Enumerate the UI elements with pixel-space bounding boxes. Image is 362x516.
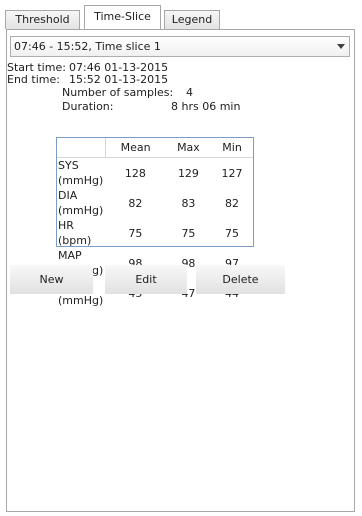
end-time-value: 15:52 01-13-2015 xyxy=(69,73,169,86)
cell-sys-max: 129 xyxy=(177,166,199,180)
new-button[interactable]: New xyxy=(10,265,93,294)
time-slice-panel: 07:46 - 15:52, Time slice 1 Start time: … xyxy=(6,29,355,512)
row-label-dia: DIA (mmHg) xyxy=(58,189,104,217)
time-slice-dropdown-value: 07:46 - 15:52, Time slice 1 xyxy=(14,40,161,53)
end-time-label: End time: xyxy=(7,73,60,86)
table-row: DIA (mmHg) 82 83 82 xyxy=(57,188,253,218)
duration-value: 8 hrs 06 min xyxy=(171,100,241,113)
column-header-min: Min xyxy=(211,138,253,158)
time-slice-dropdown[interactable]: 07:46 - 15:52, Time slice 1 xyxy=(10,36,350,57)
tab-threshold[interactable]: Threshold xyxy=(5,10,80,29)
samples-value: 4 xyxy=(186,86,193,99)
cell-hr-max: 75 xyxy=(181,226,196,240)
table-row: SYS (mmHg) 128 129 127 xyxy=(57,158,253,189)
cell-sys-mean: 128 xyxy=(124,166,146,180)
edit-button[interactable]: Edit xyxy=(105,265,187,294)
cell-hr-min: 75 xyxy=(225,226,240,240)
chevron-down-icon[interactable] xyxy=(332,37,349,56)
column-header-mean: Mean xyxy=(105,138,166,158)
cell-dia-max: 83 xyxy=(181,196,196,210)
table-row: HR (bpm) 75 75 75 xyxy=(57,218,253,248)
row-label-sys: SYS (mmHg) xyxy=(58,159,104,187)
row-header-corner xyxy=(57,138,106,158)
stats-table: Mean Max Min SYS (mmHg) 128 129 127 DIA … xyxy=(56,137,254,307)
cell-dia-min: 82 xyxy=(225,196,240,210)
cell-hr-mean: 75 xyxy=(128,226,143,240)
samples-label: Number of samples: xyxy=(62,86,174,99)
column-header-max: Max xyxy=(165,138,212,158)
tab-legend[interactable]: Legend xyxy=(164,10,220,29)
tab-time-slice[interactable]: Time-Slice xyxy=(84,5,161,29)
cell-dia-mean: 82 xyxy=(128,196,143,210)
table-header-row: Mean Max Min xyxy=(57,138,253,158)
cell-sys-min: 127 xyxy=(221,166,243,180)
delete-button[interactable]: Delete xyxy=(196,265,285,294)
duration-label: Duration: xyxy=(62,100,114,113)
row-label-hr: HR (bpm) xyxy=(58,219,92,247)
